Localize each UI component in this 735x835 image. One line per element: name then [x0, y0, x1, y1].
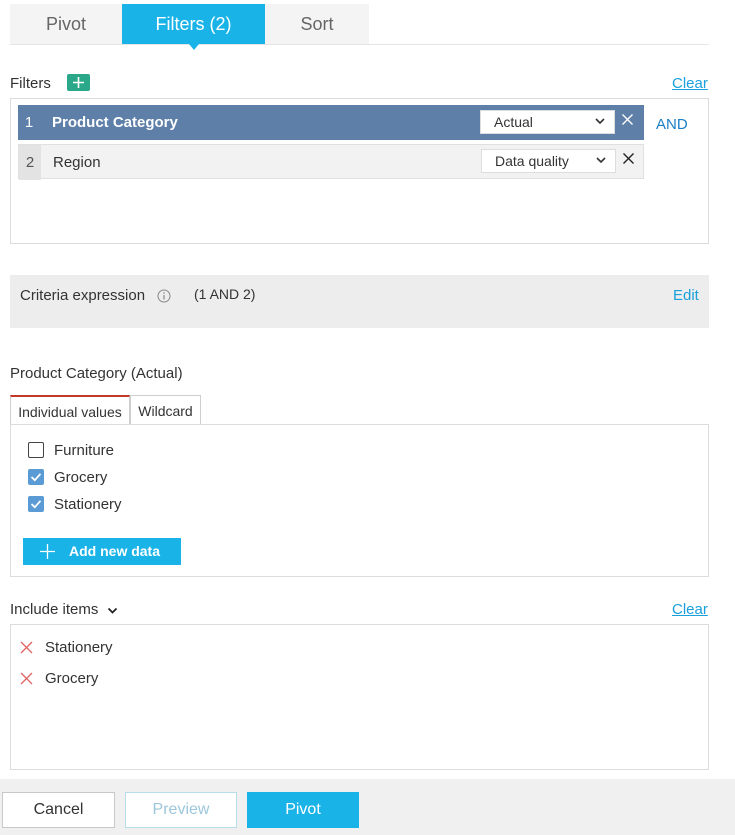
value-item-furniture[interactable]: Furniture — [28, 440, 114, 460]
value-item-grocery[interactable]: Grocery — [28, 467, 107, 487]
check-icon — [30, 473, 42, 482]
checkbox[interactable] — [28, 496, 44, 512]
filter-type-select[interactable]: Actual — [480, 110, 615, 134]
values-section-title: Product Category (Actual) — [10, 365, 183, 382]
filter-connector-and[interactable]: AND — [656, 116, 688, 133]
tab-filters[interactable]: Filters (2) — [122, 4, 265, 44]
criteria-expression-value: (1 AND 2) — [194, 286, 256, 302]
include-items-list: Stationery Grocery — [10, 624, 709, 770]
checkbox[interactable] — [28, 469, 44, 485]
include-clear-link[interactable]: Clear — [672, 601, 708, 618]
filter-row-name: Product Category — [52, 114, 178, 131]
criteria-edit-link[interactable]: Edit — [673, 287, 699, 304]
cancel-button[interactable]: Cancel — [2, 792, 115, 828]
plus-icon — [73, 77, 84, 88]
add-filter-button[interactable] — [67, 74, 90, 91]
filters-title: Filters — [10, 75, 51, 92]
chevron-down-icon[interactable] — [107, 605, 118, 616]
filter-row-1[interactable]: 1 Product Category Actual — [18, 105, 644, 140]
filter-row-name: Region — [53, 154, 101, 171]
preview-button[interactable]: Preview — [125, 792, 237, 828]
pivot-button[interactable]: Pivot — [247, 792, 359, 828]
check-icon — [30, 500, 42, 509]
include-item-label: Grocery — [45, 670, 99, 687]
chevron-down-icon — [596, 157, 606, 164]
add-new-data-label: Add new data — [69, 543, 161, 559]
value-item-label: Furniture — [54, 441, 115, 459]
filters-list: 1 Product Category Actual 2 Region Data … — [10, 98, 709, 244]
plus-icon — [40, 544, 55, 559]
filter-type-value: Data quality — [495, 153, 569, 169]
chevron-down-icon — [595, 118, 605, 125]
tab-individual-values[interactable]: Individual values — [10, 395, 130, 425]
close-icon[interactable] — [20, 672, 33, 685]
value-item-label: Grocery — [54, 468, 108, 486]
include-item-label: Stationery — [45, 639, 113, 656]
info-icon[interactable] — [157, 289, 171, 303]
close-icon[interactable] — [20, 641, 33, 654]
criteria-label: Criteria expression — [20, 287, 146, 304]
filter-row-2[interactable]: 2 Region Data quality — [18, 144, 644, 180]
remove-filter-icon[interactable] — [622, 152, 635, 165]
include-items-title[interactable]: Include items — [10, 601, 118, 618]
include-items-label: Include items — [10, 601, 99, 618]
criteria-expression-panel: Criteria expression (1 AND 2) Edit — [10, 275, 709, 328]
filter-row-index: 2 — [19, 145, 41, 180]
include-item: Stationery — [20, 639, 113, 656]
add-new-data-button[interactable]: Add new data — [23, 538, 181, 565]
value-item-stationery[interactable]: Stationery — [28, 494, 122, 514]
filter-type-select[interactable]: Data quality — [481, 149, 616, 173]
include-item: Grocery — [20, 670, 98, 687]
active-tab-caret — [189, 44, 199, 50]
value-item-label: Stationery — [54, 495, 122, 513]
checkbox[interactable] — [28, 442, 44, 458]
tab-sort[interactable]: Sort — [265, 4, 369, 44]
tab-wildcard[interactable]: Wildcard — [130, 395, 201, 425]
filter-type-value: Actual — [494, 114, 533, 130]
filters-clear-link[interactable]: Clear — [672, 75, 708, 92]
tab-pivot[interactable]: Pivot — [10, 4, 122, 44]
filter-row-index: 1 — [18, 105, 40, 140]
tab-bar: Pivot Filters (2) Sort — [10, 4, 709, 50]
remove-filter-icon[interactable] — [621, 113, 634, 126]
